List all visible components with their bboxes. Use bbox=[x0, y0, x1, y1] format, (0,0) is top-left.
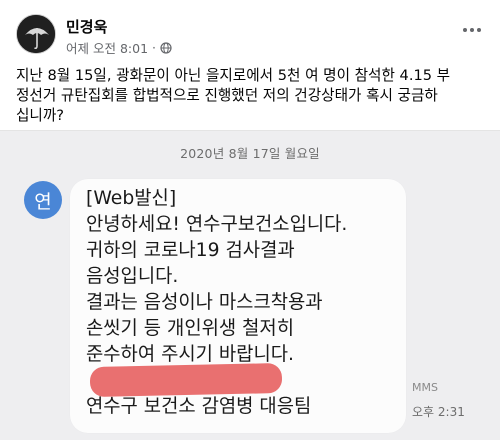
post-text-line: 십니까? bbox=[16, 107, 65, 124]
sms-screenshot-image[interactable]: 2020년 8월 17일 월요일 연 [Web발신] 안녕하세요! 연수구보건소… bbox=[0, 130, 500, 440]
message-line: 손씻기 등 개인위생 철저히 bbox=[86, 318, 294, 339]
post-meta: 어제 오전 8:01 · bbox=[66, 38, 172, 57]
message-line: 귀하의 코로나19 검사결과 bbox=[86, 240, 295, 261]
message-time: 오후 2:31 bbox=[412, 405, 465, 419]
message-line: 안녕하세요! 연수구보건소입니다. bbox=[86, 214, 348, 235]
post-text-line: 지난 8월 15일, 광화문이 아닌 을지로에서 5천 여 명이 참석한 4.1… bbox=[16, 67, 451, 84]
message-date: 2020년 8월 17일 월요일 bbox=[180, 146, 320, 161]
message-signature: 연수구 보건소 감염병 대응팀 bbox=[86, 396, 312, 417]
umbrella-icon bbox=[17, 15, 55, 53]
message-line: 음성입니다. bbox=[86, 266, 179, 287]
facebook-post: 민경욱 어제 오전 8:01 · 지난 8월 15일, 광화문이 아닌 을지로에… bbox=[0, 0, 500, 440]
sender-avatar: 연 bbox=[24, 181, 62, 219]
message-line: 결과는 음성이나 마스크착용과 bbox=[86, 292, 323, 313]
globe-icon[interactable] bbox=[160, 41, 172, 54]
message-bubble: [Web발신] 안녕하세요! 연수구보건소입니다. 귀하의 코로나19 검사결과… bbox=[70, 179, 406, 433]
post-text-line: 정선거 규탄집회를 합법적으로 진행했던 저의 건강상태가 혹시 궁금하 bbox=[16, 87, 438, 104]
post-header: 민경욱 어제 오전 8:01 · bbox=[16, 12, 484, 56]
post-body: 지난 8월 15일, 광화문이 아닌 을지로에서 5천 여 명이 참석한 4.1… bbox=[16, 66, 486, 126]
redaction-mark bbox=[89, 362, 283, 398]
author-name[interactable]: 민경욱 bbox=[66, 16, 107, 37]
message-type: MMS bbox=[412, 381, 438, 394]
more-options-icon[interactable] bbox=[460, 18, 484, 42]
message-line: [Web발신] bbox=[86, 188, 177, 209]
post-timestamp[interactable]: 어제 오전 8:01 bbox=[66, 38, 148, 57]
author-avatar[interactable] bbox=[16, 14, 56, 54]
